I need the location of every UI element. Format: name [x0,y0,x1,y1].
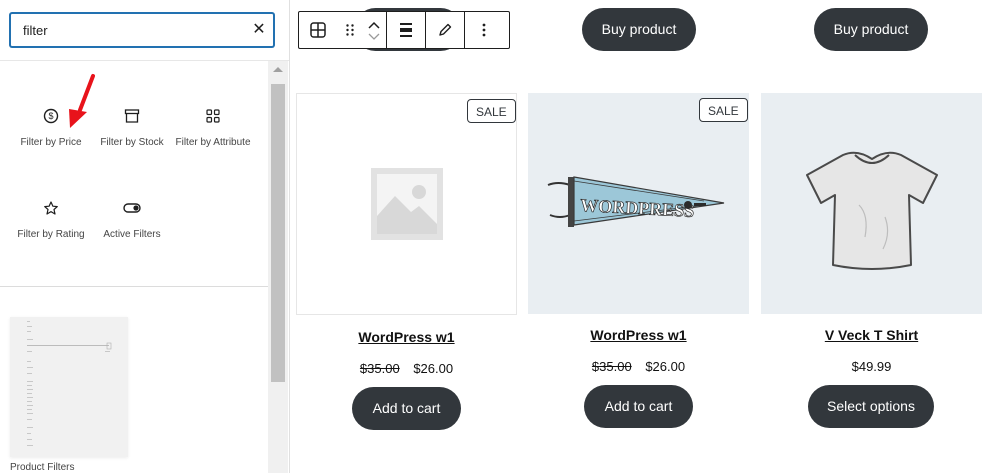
product-price: $35.00 $26.00 [296,361,517,376]
block-toolbar [298,11,510,49]
toggle-icon [91,198,173,222]
sale-badge: SALE [699,98,748,122]
block-label: Active Filters [103,229,161,240]
archive-box-icon [91,106,173,130]
buy-product-button[interactable]: Buy product [582,8,696,51]
regular-price: $49.99 [851,359,892,374]
block-filter-by-stock[interactable]: Filter by Stock [91,106,173,150]
pattern-thumbnail [27,321,112,446]
select-options-button[interactable]: Select options [808,385,934,428]
editor-canvas: Buy product Buy product SALE WordPress w… [290,0,986,473]
block-filter-by-rating[interactable]: Filter by Rating [10,198,92,242]
product-price: $49.99 [761,359,982,374]
move-down-icon[interactable] [367,32,381,42]
toolbar-group-block [299,12,387,48]
block-label: Filter by Rating [17,229,85,240]
product-title[interactable]: WordPress w1 [528,327,749,343]
toolbar-group-edit [426,12,465,48]
pattern-label: Product Filters [10,462,75,473]
block-label: Filter by Attribute [175,137,251,148]
scrollbar-thumb[interactable] [271,84,285,382]
grid-four-icon [172,106,254,130]
scroll-up-arrow-icon[interactable] [273,67,283,72]
sale-price: $26.00 [413,361,454,376]
product-title[interactable]: WordPress w1 [296,329,517,345]
product-image-placeholder[interactable]: SALE [296,93,517,315]
buy-product-button[interactable]: Buy product [814,8,928,51]
drag-handle-icon[interactable] [337,12,362,48]
product-title[interactable]: V Veck T Shirt [761,327,982,343]
toolbar-group-align [387,12,426,48]
product-price: $35.00 $26.00 [528,359,749,374]
add-to-cart-button[interactable]: Add to cart [352,387,461,430]
search-box: ✕ [10,13,274,47]
block-label: Filter by Stock [100,137,164,148]
old-price: $35.00 [359,361,400,376]
annotation-arrow-icon [69,74,95,128]
block-label: Filter by Price [20,137,82,148]
svg-text:$: $ [48,111,53,121]
block-inserter-panel: ✕ $ Filter by Price Filter by Stock [0,0,290,473]
placeholder-image-icon [371,168,443,240]
block-active-filters[interactable]: Active Filters [91,198,173,242]
add-to-cart-button[interactable]: Add to cart [584,385,693,428]
sale-price: $26.00 [645,359,686,374]
divider [0,286,268,287]
toolbar-group-more [465,12,503,48]
table-layout-icon[interactable] [299,12,337,48]
tshirt-image [806,151,938,270]
wordpress-pennant-image: WORDPRESS [547,176,725,227]
search-input[interactable] [23,20,223,40]
close-icon[interactable]: ✕ [249,20,269,40]
move-up-icon[interactable] [367,20,381,30]
star-icon [10,198,92,222]
sale-badge: SALE [467,99,516,123]
old-price: $35.00 [591,359,632,374]
scrollbar[interactable] [268,61,288,473]
divider [0,60,289,61]
align-icon[interactable] [387,12,425,48]
block-filter-by-attribute[interactable]: Filter by Attribute [172,106,254,150]
product-image-pennant[interactable]: WORDPRESS SALE [528,93,749,314]
pattern-preview-card[interactable] [10,317,128,457]
product-image-tshirt[interactable] [761,93,982,314]
block-mover [362,12,386,48]
edit-pencil-icon[interactable] [426,12,464,48]
more-options-icon[interactable] [465,12,503,48]
